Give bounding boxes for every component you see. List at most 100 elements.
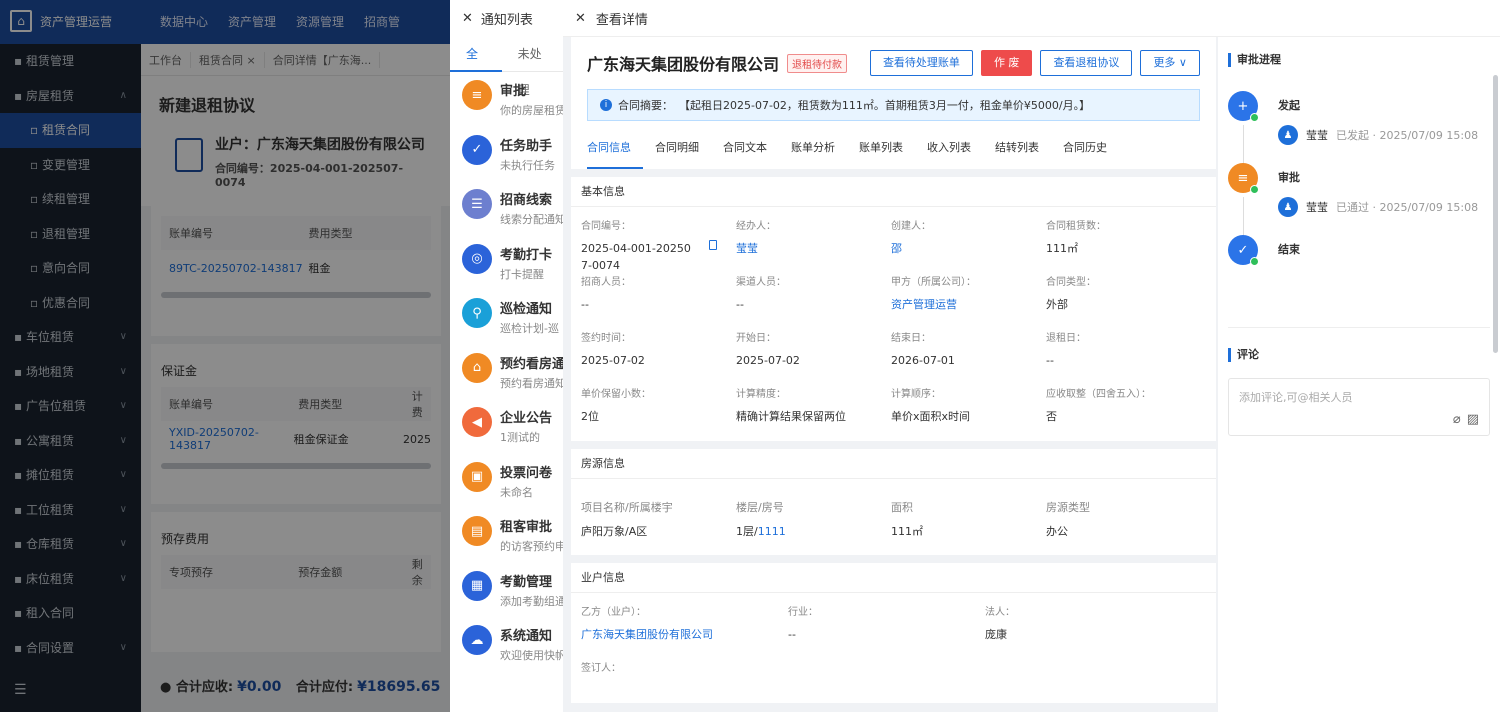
field-value: 111㎡ (1046, 242, 1078, 255)
tab-all[interactable]: 全部 (450, 36, 502, 97)
room-link[interactable]: 1111 (758, 525, 786, 538)
notification-item[interactable]: ▦ 考勤管理添加考勤组通 (450, 563, 563, 618)
notification-item[interactable]: ◎ 考勤打卡 打卡提醒 (450, 236, 563, 291)
field-value: 精确计算结果保留两位 (736, 410, 846, 423)
notification-item[interactable]: ⚲ 巡检通知巡检计划-巡 (450, 290, 563, 345)
notification-type-icon: ◀ (462, 407, 492, 437)
notification-type-icon: ✓ (462, 134, 492, 165)
more-button[interactable]: 更多 ∨ (1140, 50, 1200, 76)
attachment-icon[interactable]: ⌀ (1453, 412, 1461, 427)
info-field: 退租日： -- (1046, 319, 1201, 375)
image-icon[interactable]: ▨ (1467, 412, 1479, 427)
field-label: 行业： (788, 607, 818, 618)
notification-item[interactable]: ✓ 任务助手 未执行任务 (450, 127, 563, 182)
check-icon (1250, 113, 1259, 122)
tab-unprocessed[interactable]: 未处理 (502, 36, 563, 97)
detail-tab[interactable]: 结转列表 (983, 127, 1051, 169)
field-value: 否 (1046, 410, 1057, 423)
view-pending-bills-button[interactable]: 查看待处理账单 (869, 50, 973, 76)
notification-title: 考勤管理 (500, 574, 553, 590)
info-field: 计算精度： 精确计算结果保留两位 (736, 375, 891, 431)
detail-tab[interactable]: 账单列表 (847, 127, 915, 169)
comment-input[interactable]: 添加评论,可@相关人员 ⌀ ▨ (1228, 378, 1490, 436)
notification-item[interactable]: ▤ 租客审批的访客预约申 (450, 508, 563, 563)
info-field: 应收取整（四舍五入）： 否 (1046, 375, 1201, 431)
field-label: 招商人员： (581, 277, 631, 288)
void-button[interactable]: 作 废 (980, 50, 1033, 76)
view-refund-agreement-button[interactable]: 查看退租协议 (1040, 50, 1133, 76)
house-info-section: 房源信息 项目名称/所属楼宇 庐阳万象/A区 楼层/房号 1层/1111 面积 111… (571, 449, 1216, 555)
info-field: 经办人： 莹莹 (736, 207, 891, 263)
tenant-link[interactable]: 广东海天集团股份有限公司 (581, 626, 788, 643)
notification-type-icon: ▤ (462, 516, 492, 546)
info-field: 结束日： 2026-07-01 (891, 319, 1046, 375)
detail-drawer: ✕ 查看详情 广东海天集团股份有限公司 退租待付款 查看待处理账单 作 废 查看… (563, 0, 1500, 712)
close-icon[interactable]: ✕ (462, 11, 473, 26)
step-connector (1243, 197, 1244, 237)
notification-item[interactable]: ☰ 招商线索 线索分配通知 (450, 181, 563, 236)
notification-title: 巡检通知 (500, 302, 553, 317)
detail-tab[interactable]: 收入列表 (915, 127, 983, 169)
notification-type-icon: ≡ (462, 80, 492, 110)
notification-title: 预约看房通 (500, 356, 563, 372)
field-value: -- (1046, 354, 1054, 367)
detail-tab[interactable]: 合同历史 (1051, 127, 1119, 169)
notification-type-icon: ▦ (462, 570, 492, 601)
field-label: 签约时间： (581, 333, 631, 344)
field-value[interactable]: 邵 (891, 242, 902, 255)
step-name: 结束 (1278, 243, 1300, 256)
comments-title: 评论 (1228, 348, 1490, 362)
field-value[interactable]: 莹莹 (736, 242, 758, 255)
field-value: 2位 (581, 410, 599, 423)
check-icon (1250, 257, 1259, 266)
vertical-scrollbar[interactable] (1493, 75, 1498, 353)
copy-icon[interactable] (709, 240, 717, 250)
detail-tab[interactable]: 合同明细 (643, 127, 711, 169)
notification-item[interactable]: ☁ 系统通知 欢迎使用快帆 (450, 617, 563, 672)
approval-title: 审批进程 (1228, 53, 1490, 67)
field-value: 2025-07-02 (736, 354, 800, 367)
notification-subtitle: 巡检计划-巡 (500, 322, 559, 335)
tenant-info-section: 业户信息 乙方（业户）： 广东海天集团股份有限公司 行业： -- 法人： 庞康 签订人… (571, 563, 1216, 703)
notification-item[interactable]: ◀ 企业公告 1测试的 (450, 399, 563, 454)
approval-step: + 发起 ♟ 莹莹 已发起 · 2025/07/09 15:08 (1228, 91, 1490, 165)
industry-value: -- (788, 628, 796, 641)
field-value: 外部 (1046, 298, 1068, 311)
info-field: 合同编号： 2025-04-001-202507-0074 (581, 207, 736, 272)
step-name: 审批 (1278, 171, 1300, 184)
contract-detail: 广东海天集团股份有限公司 退租待付款 查看待处理账单 作 废 查看退租协议 更多… (571, 37, 1216, 712)
detail-tab[interactable]: 合同文本 (711, 127, 779, 169)
notification-type-icon: ⚲ (462, 298, 492, 328)
field-value: 2026-07-01 (891, 354, 955, 367)
approval-step: ≡ 审批 ♟ 莹莹 已通过 · 2025/07/09 15:08 (1228, 163, 1490, 237)
field-label: 创建人： (891, 221, 931, 232)
house-type-value: 办公 (1046, 525, 1068, 538)
section-title: 业户信息 (571, 563, 1216, 593)
notification-subtitle: 你的房屋租赁 (500, 104, 563, 117)
notification-title: 通知列表 (480, 12, 533, 28)
detail-tab[interactable]: 账单分析 (779, 127, 847, 169)
step-connector (1243, 125, 1244, 165)
field-label: 乙方（业户）： (581, 607, 646, 618)
field-label: 结束日： (891, 333, 931, 344)
detail-tab[interactable]: 合同信息 (587, 127, 643, 169)
notification-title: 租客审批 (500, 520, 553, 535)
summary-text: 【起租日2025-07-02，租赁数为111㎡。首期租赁3月一付，租金单价¥50… (679, 99, 1091, 112)
notification-item[interactable]: ▣ 投票问卷 未命名 (450, 454, 563, 509)
notification-type-icon: ▣ (462, 461, 492, 492)
notification-subtitle: 添加考勤组通 (500, 594, 563, 608)
th-house-type: 房源类型 (1046, 501, 1090, 514)
close-icon[interactable]: ✕ (575, 11, 586, 26)
comment-placeholder: 添加评论,可@相关人员 (1239, 391, 1353, 404)
project-value: 庐阳万象/A区 (581, 525, 648, 538)
step-user: 莹莹 (1306, 201, 1328, 214)
field-value[interactable]: 资产管理运营 (891, 298, 957, 311)
info-field: 单价保留小数： 2位 (581, 375, 736, 431)
field-label: 单价保留小数： (581, 389, 651, 400)
field-label: 合同编号： (581, 221, 631, 232)
notification-title: 任务助手 (500, 138, 553, 154)
notification-item[interactable]: ⌂ 预约看房通 预约看房通知 (450, 345, 563, 400)
notification-subtitle: 的访客预约申 (500, 540, 563, 553)
field-label: 法人： (985, 607, 1015, 618)
approval-panel: 审批进程 + 发起 ♟ 莹莹 已发起 · 2025/07/09 15:08 ≡ 审批 ♟ 莹莹已… (1218, 37, 1500, 712)
